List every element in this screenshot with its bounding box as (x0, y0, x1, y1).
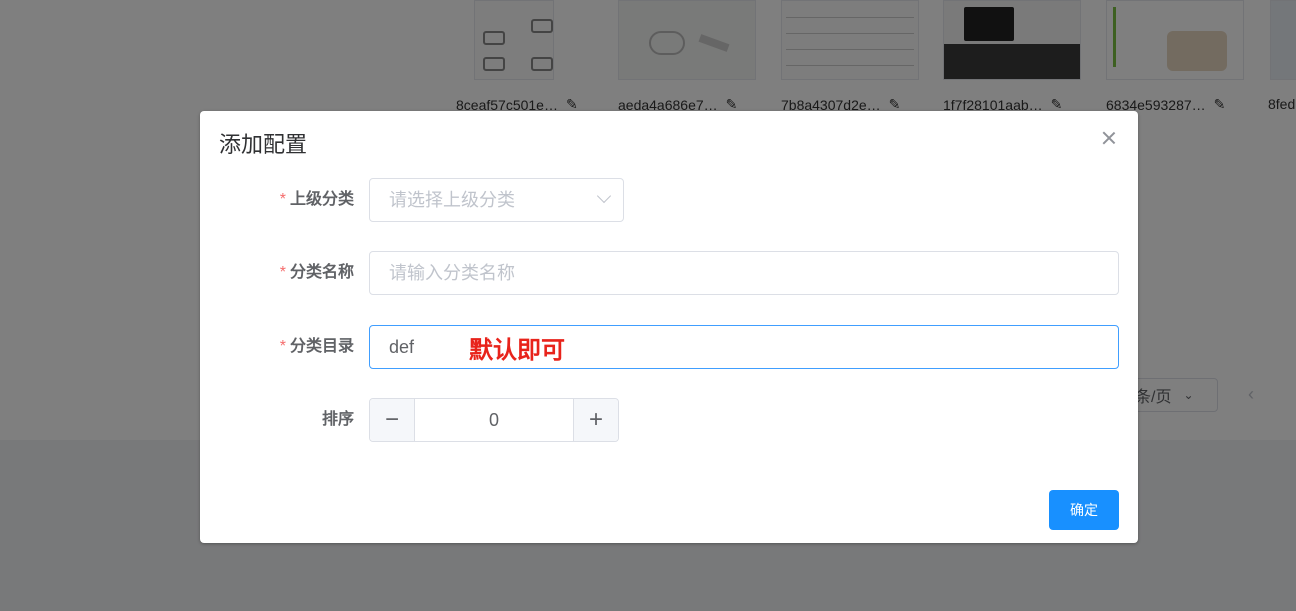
close-icon[interactable] (1100, 129, 1118, 147)
sort-value[interactable]: 0 (415, 399, 573, 441)
decrement-button[interactable]: − (370, 399, 415, 441)
form-label: * 分类名称 (280, 251, 354, 295)
label-text: 分类目录 (289, 338, 354, 355)
form-label: 排序 (322, 398, 354, 442)
category-dir-field[interactable]: 默认即可 (369, 325, 1119, 369)
increment-button[interactable]: + (573, 399, 618, 441)
form-label: * 上级分类 (280, 178, 354, 222)
add-config-dialog: 添加配置 *上级分类 *分类名称 *分类目录 默认即可 排序 (200, 111, 1138, 543)
label-text: 排序 (321, 411, 354, 428)
required-mark: * (279, 264, 286, 281)
form-label: * 分类目录 (280, 325, 354, 369)
dialog-title: 添加配置 (219, 132, 308, 157)
parent-category-select[interactable] (369, 178, 624, 222)
form-row-category-name: * 分类名称 (200, 251, 1138, 295)
form-row-category-dir: *分类目录 默认即可 (200, 325, 1138, 369)
annotation-text: 默认即可 (469, 337, 565, 364)
label-text: 分类名称 (289, 264, 354, 281)
required-mark: * (279, 338, 286, 355)
category-name-input[interactable] (370, 252, 1118, 294)
sort-stepper[interactable]: − 0 + (369, 398, 619, 442)
required-mark: * (279, 191, 286, 208)
parent-category-input[interactable] (370, 179, 623, 221)
category-name-field[interactable] (369, 251, 1119, 295)
form-row-parent-category: * 上级分类 (200, 178, 1138, 222)
confirm-button[interactable]: 确定 (1049, 490, 1119, 530)
form-row-sort: 排序 − 0 + (200, 398, 1138, 442)
label-text: 上级分类 (289, 191, 354, 208)
